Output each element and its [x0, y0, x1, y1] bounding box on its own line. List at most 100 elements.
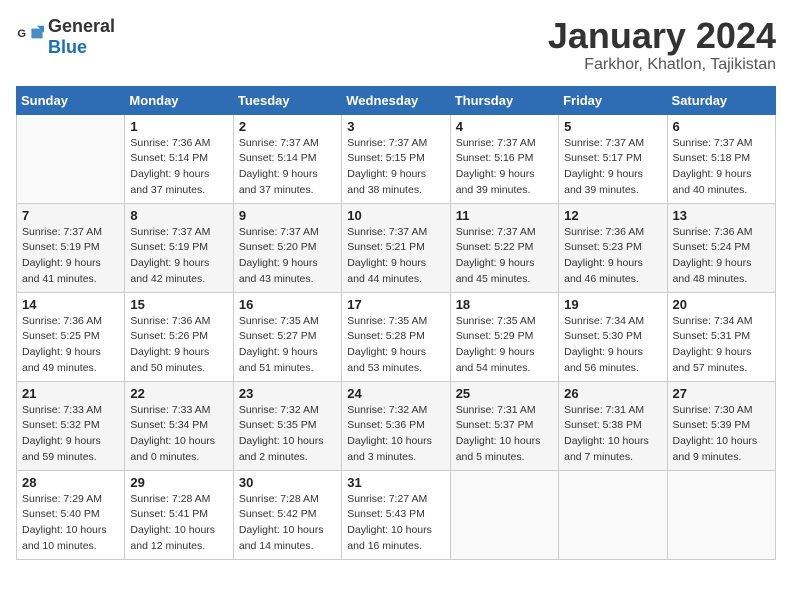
day-number: 19: [564, 297, 661, 312]
calendar-cell: 5Sunrise: 7:37 AM Sunset: 5:17 PM Daylig…: [559, 114, 667, 203]
calendar-cell: 27 Sunrise: 7:30 AM Sunset: 5:39 PM Dayli…: [667, 381, 775, 470]
calendar-cell: 18 Sunrise: 7:35 AM Sunset: 5:29 PM Dayli…: [450, 292, 558, 381]
day-number: 31: [347, 475, 444, 490]
day-number: 28: [22, 475, 119, 490]
day-info: Sunrise: 7:34 AM Sunset: 5:31 PM Dayligh…: [673, 314, 770, 377]
calendar-title: January 2024: [548, 16, 776, 56]
day-number: 15: [130, 297, 227, 312]
calendar-cell: 4 Sunrise: 7:37 AM Sunset: 5:16 PM Daylig…: [450, 114, 558, 203]
day-info: Sunrise: 7:37 AM Sunset: 5:20 PM Dayligh…: [239, 225, 336, 288]
logo: G General Blue: [16, 16, 115, 58]
calendar-cell: 25 Sunrise: 7:31 AM Sunset: 5:37 PM Dayli…: [450, 381, 558, 470]
day-header-tuesday: Tuesday: [233, 86, 341, 114]
day-info: Sunrise: 7:37 AM Sunset: 5:16 PM Dayligh…: [456, 136, 553, 199]
day-header-sunday: Sunday: [17, 86, 125, 114]
day-info: Sunrise: 7:36 AM Sunset: 5:26 PM Dayligh…: [130, 314, 227, 377]
day-number: 4: [456, 119, 553, 134]
day-info: Sunrise: 7:33 AM Sunset: 5:34 PM Dayligh…: [130, 403, 227, 466]
calendar-cell: 2 Sunrise: 7:37 AM Sunset: 5:14 PM Daylig…: [233, 114, 341, 203]
svg-text:G: G: [17, 28, 26, 40]
day-info: Sunrise: 7:37 AM Sunset: 5:18 PM Dayligh…: [673, 136, 770, 199]
day-info: Sunrise: 7:30 AM Sunset: 5:39 PM Dayligh…: [673, 403, 770, 466]
logo-icon: G: [16, 23, 44, 51]
day-number: 9: [239, 208, 336, 223]
title-area: January 2024 Farkhor, Khatlon, Tajikista…: [548, 16, 776, 74]
calendar-cell: 9 Sunrise: 7:37 AM Sunset: 5:20 PM Daylig…: [233, 203, 341, 292]
day-number: 11: [456, 208, 553, 223]
day-number: 7: [22, 208, 119, 223]
calendar-cell: 29 Sunrise: 7:28 AM Sunset: 5:41 PM Dayli…: [125, 470, 233, 559]
day-info: Sunrise: 7:36 AM Sunset: 5:14 PM Dayligh…: [130, 136, 227, 199]
page-header: G General Blue January 2024 Farkhor, Kha…: [16, 16, 776, 74]
logo-text-blue: Blue: [48, 37, 87, 57]
day-number: 6: [673, 119, 770, 134]
calendar-cell: 8 Sunrise: 7:37 AM Sunset: 5:19 PM Daylig…: [125, 203, 233, 292]
day-number: 1: [130, 119, 227, 134]
day-number: 8: [130, 208, 227, 223]
day-number: 12: [564, 208, 661, 223]
day-info: Sunrise: 7:37 AM Sunset: 5:14 PM Dayligh…: [239, 136, 336, 199]
day-number: 29: [130, 475, 227, 490]
day-number: 18: [456, 297, 553, 312]
calendar-header-row: SundayMondayTuesdayWednesdayThursdayFrid…: [17, 86, 776, 114]
calendar-cell: 13Sunrise: 7:36 AM Sunset: 5:24 PM Dayli…: [667, 203, 775, 292]
day-info: Sunrise: 7:32 AM Sunset: 5:35 PM Dayligh…: [239, 403, 336, 466]
calendar-cell: 31Sunrise: 7:27 AM Sunset: 5:43 PM Dayli…: [342, 470, 450, 559]
calendar-week-3: 14 Sunrise: 7:36 AM Sunset: 5:25 PM Dayli…: [17, 292, 776, 381]
calendar-cell: 21Sunrise: 7:33 AM Sunset: 5:32 PM Dayli…: [17, 381, 125, 470]
day-info: Sunrise: 7:37 AM Sunset: 5:19 PM Dayligh…: [130, 225, 227, 288]
day-info: Sunrise: 7:28 AM Sunset: 5:41 PM Dayligh…: [130, 492, 227, 555]
day-info: Sunrise: 7:37 AM Sunset: 5:17 PM Dayligh…: [564, 136, 661, 199]
day-info: Sunrise: 7:35 AM Sunset: 5:29 PM Dayligh…: [456, 314, 553, 377]
day-number: 3: [347, 119, 444, 134]
calendar-table: SundayMondayTuesdayWednesdayThursdayFrid…: [16, 86, 776, 560]
day-info: Sunrise: 7:33 AM Sunset: 5:32 PM Dayligh…: [22, 403, 119, 466]
calendar-cell: 6 Sunrise: 7:37 AM Sunset: 5:18 PM Daylig…: [667, 114, 775, 203]
day-header-saturday: Saturday: [667, 86, 775, 114]
calendar-week-5: 28 Sunrise: 7:29 AM Sunset: 5:40 PM Dayli…: [17, 470, 776, 559]
day-number: 24: [347, 386, 444, 401]
day-number: 22: [130, 386, 227, 401]
calendar-body: 1 Sunrise: 7:36 AM Sunset: 5:14 PM Daylig…: [17, 114, 776, 559]
day-header-wednesday: Wednesday: [342, 86, 450, 114]
day-header-friday: Friday: [559, 86, 667, 114]
day-header-thursday: Thursday: [450, 86, 558, 114]
calendar-cell: [17, 114, 125, 203]
day-number: 16: [239, 297, 336, 312]
day-info: Sunrise: 7:31 AM Sunset: 5:37 PM Dayligh…: [456, 403, 553, 466]
day-info: Sunrise: 7:37 AM Sunset: 5:21 PM Dayligh…: [347, 225, 444, 288]
day-number: 23: [239, 386, 336, 401]
calendar-cell: 26 Sunrise: 7:31 AM Sunset: 5:38 PM Dayli…: [559, 381, 667, 470]
calendar-cell: 23 Sunrise: 7:32 AM Sunset: 5:35 PM Dayli…: [233, 381, 341, 470]
day-header-monday: Monday: [125, 86, 233, 114]
day-number: 10: [347, 208, 444, 223]
calendar-cell: 1 Sunrise: 7:36 AM Sunset: 5:14 PM Daylig…: [125, 114, 233, 203]
calendar-cell: 19 Sunrise: 7:34 AM Sunset: 5:30 PM Dayli…: [559, 292, 667, 381]
calendar-cell: 24Sunrise: 7:32 AM Sunset: 5:36 PM Dayli…: [342, 381, 450, 470]
calendar-subtitle: Farkhor, Khatlon, Tajikistan: [548, 56, 776, 74]
day-info: Sunrise: 7:35 AM Sunset: 5:27 PM Dayligh…: [239, 314, 336, 377]
day-info: Sunrise: 7:31 AM Sunset: 5:38 PM Dayligh…: [564, 403, 661, 466]
day-number: 13: [673, 208, 770, 223]
day-number: 2: [239, 119, 336, 134]
day-number: 14: [22, 297, 119, 312]
calendar-week-1: 1 Sunrise: 7:36 AM Sunset: 5:14 PM Daylig…: [17, 114, 776, 203]
calendar-cell: 11Sunrise: 7:37 AM Sunset: 5:22 PM Dayli…: [450, 203, 558, 292]
calendar-week-2: 7 Sunrise: 7:37 AM Sunset: 5:19 PM Daylig…: [17, 203, 776, 292]
calendar-cell: 7Sunrise: 7:37 AM Sunset: 5:19 PM Daylig…: [17, 203, 125, 292]
calendar-cell: 20Sunrise: 7:34 AM Sunset: 5:31 PM Dayli…: [667, 292, 775, 381]
day-info: Sunrise: 7:29 AM Sunset: 5:40 PM Dayligh…: [22, 492, 119, 555]
day-info: Sunrise: 7:36 AM Sunset: 5:25 PM Dayligh…: [22, 314, 119, 377]
day-number: 26: [564, 386, 661, 401]
calendar-cell: 17Sunrise: 7:35 AM Sunset: 5:28 PM Dayli…: [342, 292, 450, 381]
day-info: Sunrise: 7:28 AM Sunset: 5:42 PM Dayligh…: [239, 492, 336, 555]
logo-text-general: General: [48, 16, 115, 36]
day-info: Sunrise: 7:36 AM Sunset: 5:23 PM Dayligh…: [564, 225, 661, 288]
calendar-cell: 22 Sunrise: 7:33 AM Sunset: 5:34 PM Dayli…: [125, 381, 233, 470]
day-number: 27: [673, 386, 770, 401]
day-info: Sunrise: 7:35 AM Sunset: 5:28 PM Dayligh…: [347, 314, 444, 377]
calendar-cell: 3Sunrise: 7:37 AM Sunset: 5:15 PM Daylig…: [342, 114, 450, 203]
calendar-cell: 10 Sunrise: 7:37 AM Sunset: 5:21 PM Dayli…: [342, 203, 450, 292]
day-number: 25: [456, 386, 553, 401]
day-info: Sunrise: 7:34 AM Sunset: 5:30 PM Dayligh…: [564, 314, 661, 377]
